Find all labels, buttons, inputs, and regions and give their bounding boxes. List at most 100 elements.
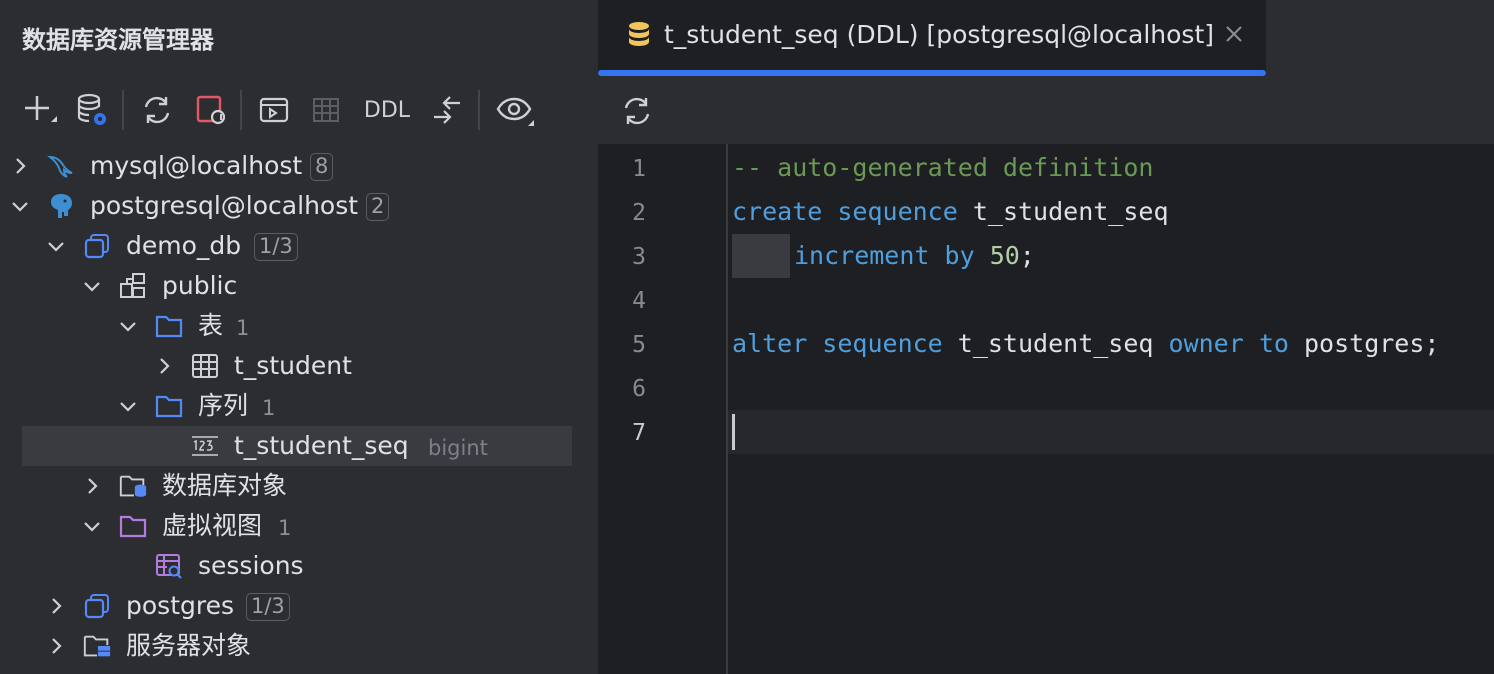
- toolbar-separator: [122, 90, 124, 130]
- type-hint: bigint: [428, 436, 488, 460]
- child-count: 1: [278, 516, 292, 540]
- child-count: 1: [236, 316, 250, 340]
- tree-node-virtual-views[interactable]: 虚拟视图 1: [0, 506, 598, 546]
- tree-node-label: sessions: [198, 551, 304, 580]
- close-icon[interactable]: [1222, 22, 1246, 46]
- tree-node-label: 数据库对象: [162, 471, 288, 500]
- chevron-right-icon[interactable]: [154, 356, 174, 376]
- line-number: 1: [632, 156, 646, 182]
- tree-node-t-student-seq[interactable]: t_student_seq bigint: [22, 426, 572, 466]
- sql-keyword: owner to: [1168, 329, 1289, 358]
- editor-tab-bar: t_student_seq (DDL) [postgresql@localhos…: [598, 0, 1494, 76]
- sql-identifier: t_student_seq: [972, 197, 1169, 226]
- sql-identifier: postgres: [1304, 329, 1425, 358]
- console-icon[interactable]: [256, 88, 292, 132]
- chevron-down-icon[interactable]: [82, 516, 102, 536]
- eye-icon[interactable]: [494, 88, 536, 132]
- tree-node-postgresql[interactable]: postgresql@localhost 2: [0, 186, 598, 226]
- sql-keyword: create sequence: [732, 197, 958, 226]
- datasource-settings-icon[interactable]: [72, 88, 112, 132]
- tree-node-label: 序列: [198, 391, 249, 420]
- code-line-5: alter sequence t_student_seq owner to po…: [732, 329, 1439, 359]
- tree-node-t-student[interactable]: t_student: [0, 346, 598, 386]
- panel-title: 数据库资源管理器: [22, 26, 214, 54]
- database-icon: [82, 231, 112, 261]
- line-number-gutter: 1 2 3 4 5 6 7: [598, 144, 726, 674]
- tree-node-label: postgresql@localhost: [90, 191, 359, 220]
- child-count: 1: [262, 396, 276, 420]
- indent-whitespace: [732, 234, 790, 278]
- sql-comment: -- auto-generated definition: [732, 153, 1154, 182]
- tree-node-label: mysql@localhost: [90, 151, 303, 180]
- folder-icon: [154, 311, 184, 341]
- tree-node-label: 表: [198, 311, 224, 340]
- jump-icon[interactable]: [428, 88, 466, 132]
- sql-keyword: alter sequence: [732, 329, 943, 358]
- tree-node-database-objects[interactable]: 数据库对象: [0, 466, 598, 506]
- chevron-right-icon[interactable]: [46, 636, 66, 656]
- count-badge: 2: [366, 193, 390, 221]
- tree-node-label: demo_db: [126, 231, 242, 260]
- plus-icon[interactable]: [20, 88, 58, 132]
- sequence-123-icon: [190, 431, 220, 461]
- table-icon: [190, 351, 220, 381]
- line-number: 7: [632, 420, 646, 446]
- chevron-down-icon[interactable]: [46, 236, 66, 256]
- text-caret: [732, 414, 735, 450]
- ddl-button[interactable]: DDL: [360, 88, 414, 132]
- chevron-down-icon[interactable]: [118, 316, 138, 336]
- line-number: 5: [632, 332, 646, 358]
- code-line-3: increment by 50;: [794, 241, 1035, 271]
- tree-node-server-objects[interactable]: 服务器对象: [0, 626, 598, 666]
- tree-node-postgres[interactable]: postgres 1/3: [0, 586, 598, 626]
- count-badge: 1/3: [254, 233, 298, 261]
- ddl-editor: t_student_seq (DDL) [postgresql@localhos…: [598, 0, 1494, 674]
- database-icon: [82, 591, 112, 621]
- sql-punctuation: ;: [1019, 241, 1035, 270]
- chevron-down-icon[interactable]: [10, 196, 30, 216]
- database-objects-folder-icon: [118, 471, 148, 501]
- chevron-down-icon[interactable]: [118, 396, 138, 416]
- toolbar-separator: [240, 90, 242, 130]
- line-number: 2: [632, 200, 646, 226]
- chevron-right-icon[interactable]: [46, 596, 66, 616]
- tree-node-demo-db[interactable]: demo_db 1/3: [0, 226, 598, 266]
- tree-node-tables[interactable]: 表 1: [0, 306, 598, 346]
- tree-node-sessions[interactable]: sessions: [0, 546, 598, 586]
- schema-icon: [118, 271, 148, 301]
- postgresql-elephant-icon: [46, 191, 76, 221]
- gutter-divider: [726, 144, 728, 674]
- tree-node-label: postgres: [126, 591, 234, 620]
- tab-title: t_student_seq (DDL) [postgresql@localhos…: [664, 20, 1215, 49]
- toolbar-separator: [478, 90, 480, 130]
- table-icon[interactable]: [308, 88, 344, 132]
- tree-node-public[interactable]: public: [0, 266, 598, 306]
- tree-node-sequences[interactable]: 序列 1: [0, 386, 598, 426]
- tree-node-label: 服务器对象: [126, 631, 252, 660]
- chevron-down-icon[interactable]: [82, 276, 102, 296]
- refresh-icon[interactable]: [620, 94, 654, 128]
- line-number: 3: [632, 244, 646, 270]
- mysql-dolphin-icon: [46, 151, 76, 181]
- editor-toolbar: [598, 76, 1494, 144]
- explorer-toolbar: DDL: [0, 88, 598, 132]
- line-number: 6: [632, 376, 646, 402]
- folder-icon: [154, 391, 184, 421]
- tree-node-label: t_student: [234, 351, 352, 380]
- tree-node-mysql[interactable]: mysql@localhost 8: [0, 146, 598, 186]
- disconnect-icon[interactable]: [192, 88, 230, 132]
- database-explorer-panel: 数据库资源管理器 DDL mysql@localhost 8 postgresq…: [0, 0, 598, 674]
- virtual-views-folder-icon: [118, 511, 148, 541]
- editor-tab-active[interactable]: t_student_seq (DDL) [postgresql@localhos…: [598, 0, 1266, 76]
- count-badge: 8: [310, 153, 334, 181]
- ddl-text: DDL: [363, 97, 411, 123]
- line-number: 4: [632, 288, 646, 314]
- chevron-right-icon[interactable]: [82, 476, 102, 496]
- code-line-1: -- auto-generated definition: [732, 153, 1153, 183]
- server-objects-folder-icon: [82, 631, 112, 661]
- virtual-view-icon: [154, 551, 184, 581]
- chevron-right-icon[interactable]: [10, 156, 30, 176]
- code-line-2: create sequence t_student_seq: [732, 197, 1169, 227]
- sql-keyword: increment by: [794, 241, 975, 270]
- refresh-icon[interactable]: [138, 88, 176, 132]
